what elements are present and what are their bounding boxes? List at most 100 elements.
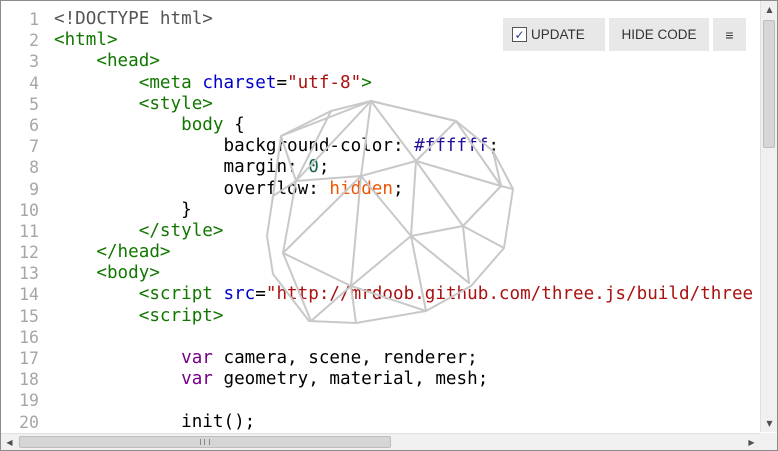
code-token: : [308,178,330,199]
code-token: <!DOCTYPE html> [54,9,213,29]
code-token: ; [392,178,404,199]
code-token: 0 [308,157,319,178]
horizontal-scrollbar[interactable]: ◀ ▶ [1,433,760,450]
code-editor[interactable]: 1 2 3 4 5 6 7 8 9 10 11 12 13 14 15 16 17 18 19 20 <!DOCTYP… [1,1,760,432]
code-token: geometry, material, mesh; [212,369,489,390]
code-token: <head> [96,51,160,72]
code-line[interactable]: <body> [54,263,760,284]
line-number-gutter: 1 2 3 4 5 6 7 8 9 10 11 12 13 14 15 16 17 18 19 20 [1,9,39,432]
line-number: 12 [19,243,39,263]
update-toggle-button[interactable]: ✓ UPDATE [503,18,605,51]
line-number: 15 [19,306,39,326]
code-token: "http://mrdoob.github.com/three.js/build… [265,284,754,305]
menu-button[interactable]: ≡ [713,18,746,51]
hide-code-label: HIDE CODE [621,27,697,42]
code-token: </style> [138,220,224,241]
code-line[interactable]: init(); [54,412,760,432]
code-token: var [181,348,213,368]
code-token: <body> [96,263,160,284]
code-line[interactable]: <meta charset="utf-8"> [54,73,760,94]
code-line[interactable]: overflow: hidden; [54,179,760,200]
code-token: margin [223,157,288,178]
line-number: 16 [19,327,39,347]
line-number: 10 [19,200,39,220]
hide-code-button[interactable]: HIDE CODE [609,18,709,51]
code-line[interactable]: <style> [54,94,760,115]
code-token: init(); [54,411,256,432]
code-line[interactable] [54,327,760,348]
line-number: 3 [29,52,39,72]
code-line[interactable]: margin: 0; [54,157,760,178]
code-token: : [287,157,309,178]
code-token: <script [138,284,213,305]
line-number: 8 [29,158,39,178]
line-number: 11 [19,221,39,241]
horizontal-scroll-thumb[interactable] [19,436,391,448]
checkbox-checked-icon[interactable]: ✓ [512,27,527,42]
line-number: 19 [19,391,39,411]
arrow-down-icon[interactable]: ▼ [761,415,777,432]
app-window: 1 2 3 4 5 6 7 8 9 10 11 12 13 14 15 16 17 18 19 20 <!DOCTYP… [0,0,778,451]
arrow-up-icon[interactable]: ▲ [761,1,777,18]
line-number: 2 [29,31,39,51]
vertical-scrollbar[interactable]: ▲ ▼ [760,1,777,432]
code-line[interactable]: <script> [54,306,760,327]
code-token: body [181,114,224,135]
code-token: } [54,199,192,220]
line-number: 14 [19,285,39,305]
code-line[interactable]: </head> [54,242,760,263]
code-line[interactable]: background-color: #ffffff; [54,136,760,157]
code-token: ; [318,157,330,178]
code-token: hidden [329,178,393,199]
code-token: <html> [54,30,118,51]
line-number: 6 [29,115,39,135]
code-line[interactable]: } [54,200,760,221]
code-token: overflow [223,178,309,199]
update-label: UPDATE [531,27,585,42]
code-line[interactable]: <head> [54,51,760,72]
arrow-left-icon[interactable]: ◀ [1,434,18,450]
vertical-scroll-thumb[interactable] [763,20,775,148]
code-token: { [223,114,245,135]
code-lines[interactable]: <!DOCTYPE html> <html> <head> <meta chars… [54,9,760,432]
code-token: <script> [138,305,224,326]
code-token: var [181,369,213,390]
code-token: #ffffff [414,136,489,157]
code-token: > [361,72,372,93]
code-token: = [255,284,266,305]
code-token: </head> [96,242,171,263]
code-token: ; [488,136,499,157]
code-token: camera, scene, renderer; [212,348,478,368]
code-token: src [223,284,256,305]
code-token: : [392,136,415,157]
code-token: background-color [223,136,393,157]
arrow-right-icon[interactable]: ▶ [743,434,760,450]
code-line[interactable]: </style> [54,221,760,242]
toolbar: ✓ UPDATE HIDE CODE ≡ [503,18,746,51]
code-line[interactable]: var geometry, material, mesh; [54,369,760,390]
line-number: 9 [29,179,39,199]
line-number: 18 [19,370,39,390]
code-token: <style> [138,93,213,114]
code-token: "utf-8" [287,72,362,93]
code-line[interactable]: body { [54,115,760,136]
line-number: 4 [29,73,39,93]
code-line[interactable] [54,390,760,411]
line-number: 5 [29,94,39,114]
code-line[interactable]: var camera, scene, renderer; [54,348,760,369]
menu-icon: ≡ [725,26,734,43]
line-number: 1 [29,10,39,29]
code-line[interactable]: <script src="http://mrdoob.github.com/th… [54,284,760,305]
grip-icon [200,439,210,445]
